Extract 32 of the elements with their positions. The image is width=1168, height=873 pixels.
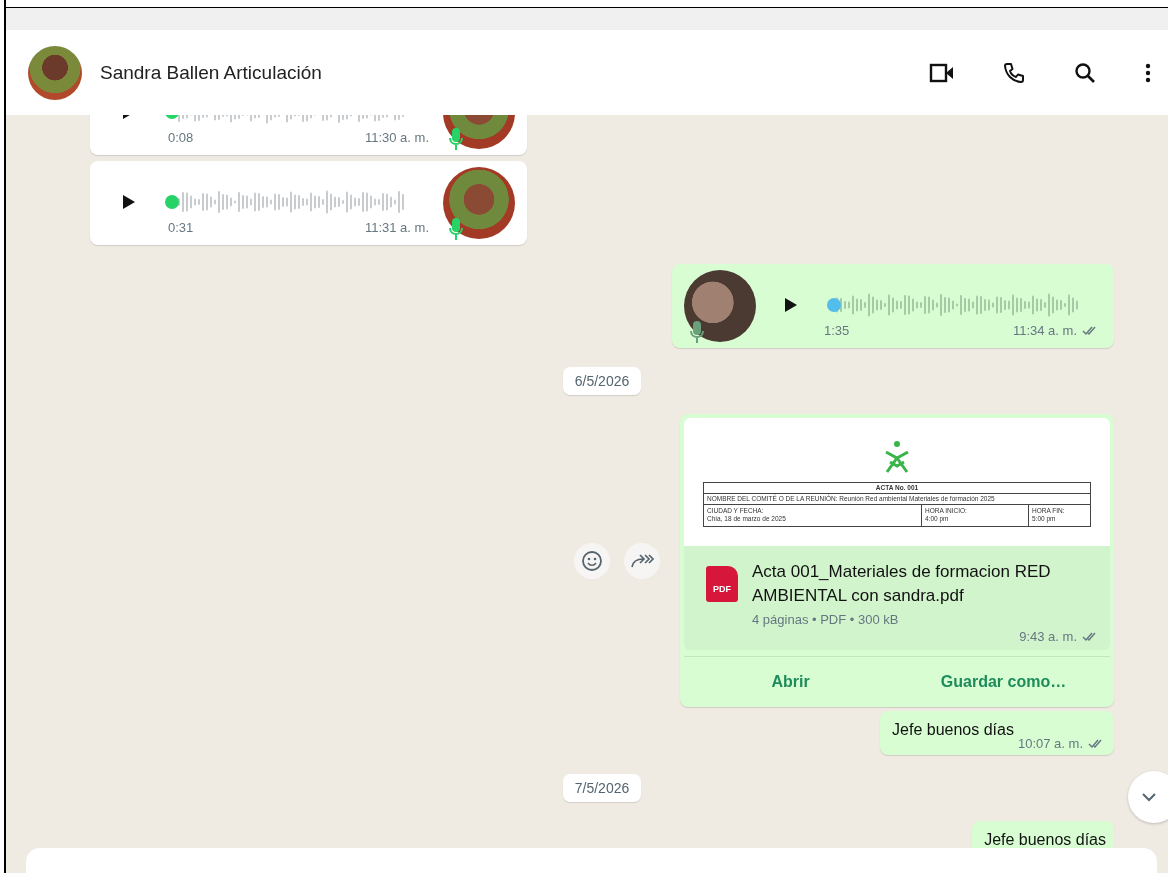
message-time: 11:34 a. m. — [1012, 322, 1077, 338]
forward-icon — [630, 551, 654, 570]
phone-call-icon[interactable] — [1002, 60, 1026, 85]
chevron-down-icon — [1140, 791, 1158, 803]
search-icon[interactable] — [1073, 60, 1097, 85]
play-icon[interactable] — [784, 296, 798, 313]
smiley-icon — [581, 549, 603, 572]
message-time: 9:43 a. m. — [1019, 629, 1077, 644]
microphone-icon — [449, 217, 463, 241]
date-chip: 6/5/2026 — [562, 367, 642, 395]
file-name: Acta 001_Materiales de formacion RED AMBIENTAL con sandra.pdf — [752, 561, 1052, 607]
voice-duration: 0:08 — [168, 129, 194, 145]
video-call-icon[interactable] — [929, 61, 955, 84]
microphone-icon — [690, 320, 704, 344]
forward-button[interactable] — [624, 542, 660, 579]
voice-duration: 0:31 — [168, 219, 194, 235]
message-text: Jefe buenos días — [892, 720, 1014, 740]
message-time: 11:30 a. m. — [364, 129, 429, 145]
save-as-button[interactable]: Guardar como… — [897, 657, 1110, 707]
play-icon[interactable] — [122, 193, 136, 210]
message-text: Jefe buenos días — [984, 830, 1106, 848]
microphone-icon — [449, 127, 463, 151]
open-button[interactable]: Abrir — [684, 657, 897, 707]
message-time: 10:07 a. m. — [1017, 736, 1083, 751]
file-details: 4 páginas • PDF • 300 kB — [752, 612, 900, 627]
date-chip: 7/5/2026 — [562, 774, 642, 802]
pdf-file-icon: PDF — [706, 566, 738, 602]
emoji-reaction-button[interactable] — [574, 542, 610, 579]
contact-name[interactable]: Sandra Ballen Articulación — [100, 61, 929, 84]
message-time: 11:31 a. m. — [364, 219, 429, 235]
contact-avatar[interactable] — [28, 45, 82, 100]
voice-duration: 1:35 — [824, 322, 850, 338]
